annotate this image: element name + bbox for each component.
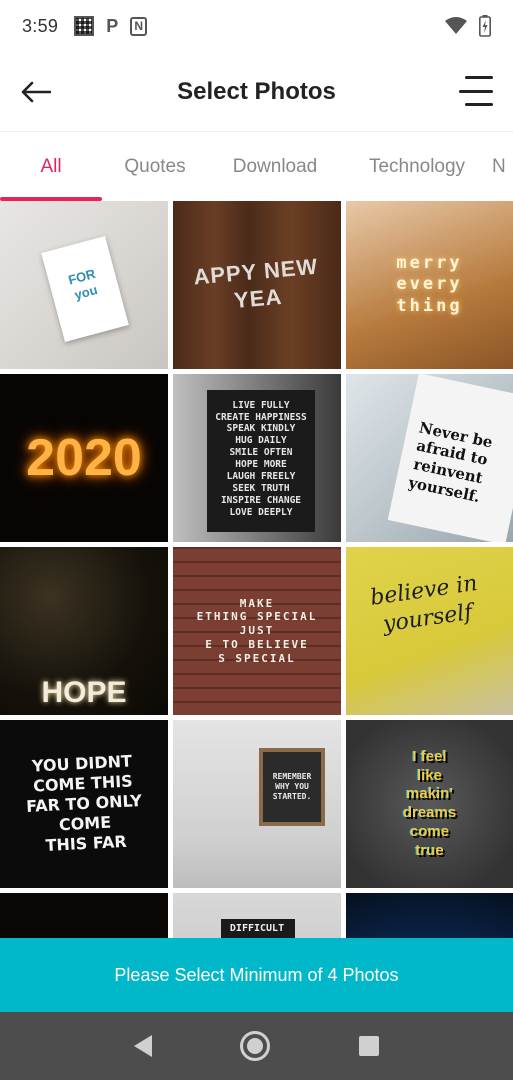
photo-tile[interactable]: merry every thing — [346, 201, 513, 369]
status-time: 3:59 — [22, 15, 59, 36]
photo-caption: Never be afraid to reinvent yourself. — [407, 417, 495, 506]
photo-caption: believe in yourself — [368, 571, 480, 637]
photo-tile[interactable]: MAKE ETHING SPECIAL JUST E TO BELIEVE S … — [173, 547, 341, 715]
qr-code-icon — [74, 16, 95, 36]
wifi-icon — [445, 17, 467, 34]
photo-caption: APPY NEW YEA — [192, 253, 320, 314]
status-bar: 3:59 P N — [0, 0, 513, 52]
photo-tile[interactable]: LIVE FULLY CREATE HAPPINESS SPEAK KINDLY… — [173, 374, 341, 542]
photo-tile[interactable]: I feel like makin' dreams come true — [346, 720, 513, 888]
photo-tile[interactable]: FOR you — [0, 201, 168, 369]
photo-tile[interactable]: HOPE — [0, 547, 168, 715]
app-bar: Select Photos — [0, 52, 513, 132]
photo-tile[interactable] — [346, 893, 513, 938]
nav-recents-icon[interactable] — [358, 1036, 379, 1056]
p-icon: P — [106, 15, 119, 36]
tab-label: Technology — [368, 156, 466, 177]
hamburger-menu-icon — [459, 89, 493, 93]
tab-download[interactable]: Download — [208, 133, 342, 201]
photo-caption: merry every thing — [396, 253, 463, 316]
photo-caption: LIVE FULLY CREATE HAPPINESS SPEAK KINDLY… — [215, 399, 307, 518]
back-button[interactable] — [18, 74, 54, 110]
photo-caption: MAKE ETHING SPECIAL JUST E TO BELIEVE S … — [196, 596, 318, 665]
arrow-left-icon — [21, 81, 51, 103]
tab-all[interactable]: All — [0, 133, 102, 201]
tab-label: All — [40, 156, 62, 177]
nav-back-icon[interactable] — [134, 1035, 153, 1057]
photo-caption: HOPE — [41, 675, 127, 709]
menu-button[interactable] — [459, 76, 493, 106]
status-icons-right — [445, 15, 491, 37]
photo-caption: REMEMBER WHY YOU STARTED. — [272, 772, 312, 801]
photo-tile[interactable]: DIFFICULT — [173, 893, 341, 938]
hamburger-menu-icon — [465, 76, 493, 79]
nfc-icon: N — [130, 16, 148, 36]
photo-tile[interactable]: Never be afraid to reinvent yourself. — [346, 374, 513, 542]
select-minimum-button[interactable]: Please Select Minimum of 4 Photos — [0, 938, 513, 1012]
photo-caption — [346, 893, 513, 938]
photo-tile[interactable]: believe in yourself — [346, 547, 513, 715]
photo-caption: YOU DIDNT COME THIS FAR TO ONLY COME THI… — [25, 751, 143, 856]
nav-home-icon[interactable] — [240, 1031, 271, 1061]
photo-caption: I feel like makin' dreams come true — [402, 747, 457, 859]
photo-caption: 2020 — [26, 428, 142, 487]
tab-label: Download — [232, 156, 318, 177]
tab-quotes[interactable]: Quotes — [102, 133, 208, 201]
hamburger-menu-icon — [465, 103, 493, 106]
system-nav-bar — [0, 1012, 513, 1080]
tab-technology[interactable]: Technology — [342, 133, 492, 201]
photo-tile[interactable]: YOU DIDNT COME THIS FAR TO ONLY COME THI… — [0, 720, 168, 888]
status-icons-left: P N — [74, 15, 148, 37]
photo-grid: FOR you APPY NEW YEA merry every thing 2… — [0, 201, 513, 938]
battery-icon — [479, 15, 491, 37]
photo-tile[interactable]: APPY NEW YEA — [173, 201, 341, 369]
photo-caption — [0, 893, 168, 938]
tab-next[interactable]: N — [492, 133, 513, 201]
photo-caption: FOR you — [66, 265, 100, 303]
photo-caption: DIFFICULT — [229, 923, 285, 934]
tab-label: Quotes — [124, 156, 186, 177]
photo-tile[interactable]: REMEMBER WHY YOU STARTED. — [173, 720, 341, 888]
page-title: Select Photos — [177, 77, 336, 105]
action-label: Please Select Minimum of 4 Photos — [114, 964, 399, 985]
photo-tile[interactable]: 2020 — [0, 374, 168, 542]
category-tabs: All Quotes Download Technology N — [0, 133, 513, 201]
tab-label: N — [492, 156, 506, 177]
photo-tile[interactable] — [0, 893, 168, 938]
